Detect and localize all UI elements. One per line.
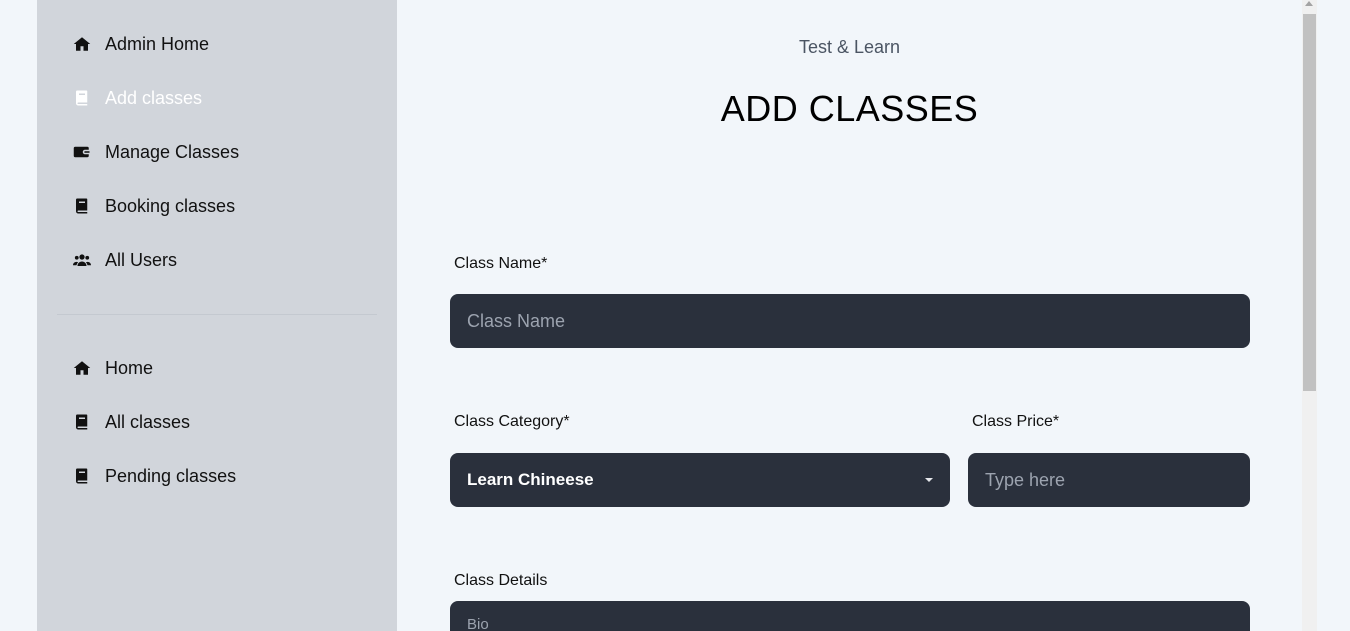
home-icon <box>72 358 92 378</box>
sidebar-item-label: All classes <box>105 411 191 432</box>
sidebar: Admin Home Add classes Manage Classes Bo… <box>37 0 397 631</box>
class-name-input[interactable] <box>450 294 1250 348</box>
page-title: ADD CLASSES <box>720 88 979 129</box>
sidebar-divider <box>57 314 377 315</box>
class-price-input[interactable] <box>968 453 1250 507</box>
class-category-selected: Learn Chineese <box>467 470 594 489</box>
main-content: Test & Learn ADD CLASSES Class Name* Cla… <box>397 0 1302 631</box>
sidebar-item-manage-classes[interactable]: Manage Classes <box>72 140 239 164</box>
sidebar-item-home[interactable]: Home <box>72 356 153 380</box>
wallet-icon <box>72 142 92 162</box>
sidebar-item-all-classes[interactable]: All classes <box>72 410 190 434</box>
book-icon <box>72 466 92 486</box>
sidebar-item-label: Home <box>105 357 154 378</box>
class-details-label: Class Details <box>454 572 548 589</box>
sidebar-item-label: Booking classes <box>105 195 236 216</box>
class-category-label: Class Category* <box>454 413 570 430</box>
sidebar-item-label: Add classes <box>105 87 203 108</box>
class-name-label: Class Name* <box>454 255 548 272</box>
sidebar-item-add-classes[interactable]: Add classes <box>72 86 202 110</box>
book-icon <box>72 412 92 432</box>
users-icon <box>72 250 92 270</box>
page-scrollbar[interactable] <box>1302 0 1317 631</box>
scrollbar-thumb[interactable] <box>1303 14 1316 391</box>
sidebar-item-all-users[interactable]: All Users <box>72 248 177 272</box>
home-icon <box>72 34 92 54</box>
sidebar-item-pending-classes[interactable]: Pending classes <box>72 464 236 488</box>
sidebar-item-label: Admin Home <box>105 33 210 54</box>
class-price-label: Class Price* <box>972 413 1060 430</box>
book-icon <box>72 196 92 216</box>
sidebar-item-label: Pending classes <box>105 465 237 486</box>
sidebar-item-label: All Users <box>105 249 178 270</box>
class-category-select[interactable]: Learn Chineese <box>450 453 950 507</box>
sidebar-item-admin-home[interactable]: Admin Home <box>72 32 209 56</box>
sidebar-item-booking-classes[interactable]: Booking classes <box>72 194 235 218</box>
book-icon <box>72 88 92 108</box>
class-details-textarea[interactable] <box>450 601 1250 631</box>
page-subtitle: Test & Learn <box>798 37 901 57</box>
sidebar-item-label: Manage Classes <box>105 141 240 162</box>
chevron-down-icon <box>925 478 933 482</box>
scroll-up-arrow-icon[interactable] <box>1305 1 1313 6</box>
